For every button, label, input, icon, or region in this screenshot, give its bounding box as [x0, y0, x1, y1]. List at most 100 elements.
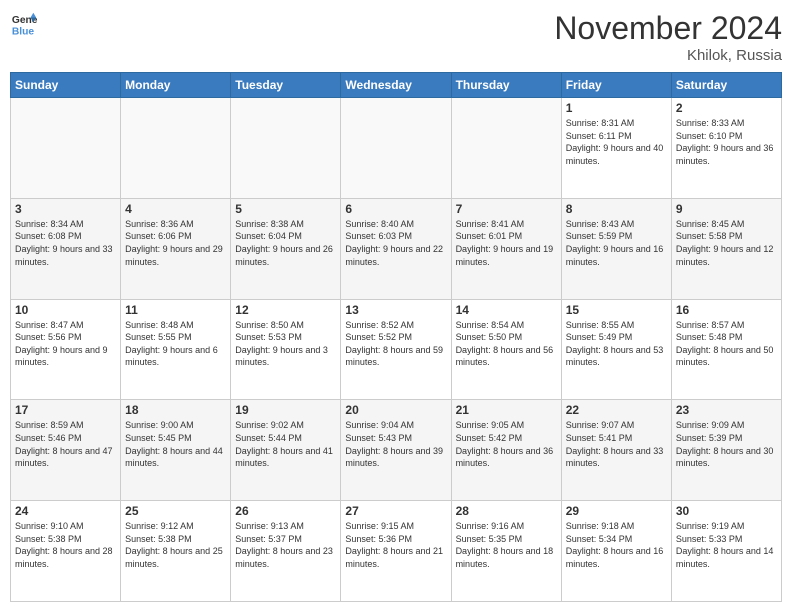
table-row — [231, 98, 341, 199]
table-row: 19 Sunrise: 9:02 AM Sunset: 5:44 PM Dayli… — [231, 400, 341, 501]
table-row: 26Sunrise: 9:13 AM Sunset: 5:37 PM Dayli… — [231, 501, 341, 602]
table-row: 3 Sunrise: 8:34 AM Sunset: 6:08 PM Daylig… — [11, 198, 121, 299]
col-sunday: Sunday — [11, 73, 121, 98]
day-info: Sunrise: 8:31 AM Sunset: 6:11 PM Dayligh… — [566, 117, 667, 167]
col-tuesday: Tuesday — [231, 73, 341, 98]
day-number: 21 — [456, 403, 557, 417]
calendar-header-row: Sunday Monday Tuesday Wednesday Thursday… — [11, 73, 782, 98]
day-number: 1 — [566, 101, 667, 115]
col-monday: Monday — [121, 73, 231, 98]
table-row: 4 Sunrise: 8:36 AM Sunset: 6:06 PM Daylig… — [121, 198, 231, 299]
table-row — [11, 98, 121, 199]
day-info: Sunrise: 8:45 AM Sunset: 5:58 PM Dayligh… — [676, 218, 777, 268]
day-info: Sunrise: 9:13 AM Sunset: 5:37 PM Dayligh… — [235, 520, 336, 570]
table-row: 27Sunrise: 9:15 AM Sunset: 5:36 PM Dayli… — [341, 501, 451, 602]
day-number: 8 — [566, 202, 667, 216]
day-info: Sunrise: 8:57 AM Sunset: 5:48 PM Dayligh… — [676, 319, 777, 369]
day-info: Sunrise: 8:38 AM Sunset: 6:04 PM Dayligh… — [235, 218, 336, 268]
table-row: 28Sunrise: 9:16 AM Sunset: 5:35 PM Dayli… — [451, 501, 561, 602]
table-row: 24 Sunrise: 9:10 AM Sunset: 5:38 PM Dayli… — [11, 501, 121, 602]
table-row: 20Sunrise: 9:04 AM Sunset: 5:43 PM Dayli… — [341, 400, 451, 501]
day-info: Sunrise: 9:02 AM Sunset: 5:44 PM Dayligh… — [235, 419, 336, 469]
day-number: 11 — [125, 303, 226, 317]
day-number: 7 — [456, 202, 557, 216]
table-row: 23 Sunrise: 9:09 AM Sunset: 5:39 PM Dayli… — [671, 400, 781, 501]
svg-text:Blue: Blue — [12, 26, 35, 37]
header: General Blue November 2024 Khilok, Russi… — [10, 10, 782, 64]
day-info: Sunrise: 9:09 AM Sunset: 5:39 PM Dayligh… — [676, 419, 777, 469]
table-row — [341, 98, 451, 199]
day-info: Sunrise: 8:36 AM Sunset: 6:06 PM Dayligh… — [125, 218, 226, 268]
day-number: 13 — [345, 303, 446, 317]
day-number: 24 — [15, 504, 116, 518]
table-row: 7 Sunrise: 8:41 AM Sunset: 6:01 PM Daylig… — [451, 198, 561, 299]
day-info: Sunrise: 9:18 AM Sunset: 5:34 PM Dayligh… — [566, 520, 667, 570]
day-info: Sunrise: 8:47 AM Sunset: 5:56 PM Dayligh… — [15, 319, 116, 369]
table-row: 16 Sunrise: 8:57 AM Sunset: 5:48 PM Dayli… — [671, 299, 781, 400]
table-row: 14Sunrise: 8:54 AM Sunset: 5:50 PM Dayli… — [451, 299, 561, 400]
day-info: Sunrise: 8:50 AM Sunset: 5:53 PM Dayligh… — [235, 319, 336, 369]
day-number: 9 — [676, 202, 777, 216]
calendar-week-row: 3 Sunrise: 8:34 AM Sunset: 6:08 PM Daylig… — [11, 198, 782, 299]
day-number: 17 — [15, 403, 116, 417]
col-saturday: Saturday — [671, 73, 781, 98]
day-info: Sunrise: 9:04 AM Sunset: 5:43 PM Dayligh… — [345, 419, 446, 469]
day-info: Sunrise: 8:55 AM Sunset: 5:49 PM Dayligh… — [566, 319, 667, 369]
day-info: Sunrise: 9:05 AM Sunset: 5:42 PM Dayligh… — [456, 419, 557, 469]
table-row: 29 Sunrise: 9:18 AM Sunset: 5:34 PM Dayli… — [561, 501, 671, 602]
day-number: 3 — [15, 202, 116, 216]
day-number: 28 — [456, 504, 557, 518]
day-info: Sunrise: 8:41 AM Sunset: 6:01 PM Dayligh… — [456, 218, 557, 268]
day-info: Sunrise: 9:00 AM Sunset: 5:45 PM Dayligh… — [125, 419, 226, 469]
day-number: 16 — [676, 303, 777, 317]
day-info: Sunrise: 9:15 AM Sunset: 5:36 PM Dayligh… — [345, 520, 446, 570]
day-number: 4 — [125, 202, 226, 216]
table-row: 10 Sunrise: 8:47 AM Sunset: 5:56 PM Dayli… — [11, 299, 121, 400]
table-row: 13 Sunrise: 8:52 AM Sunset: 5:52 PM Dayli… — [341, 299, 451, 400]
table-row: 21 Sunrise: 9:05 AM Sunset: 5:42 PM Dayli… — [451, 400, 561, 501]
day-number: 2 — [676, 101, 777, 115]
day-info: Sunrise: 8:34 AM Sunset: 6:08 PM Dayligh… — [15, 218, 116, 268]
col-wednesday: Wednesday — [341, 73, 451, 98]
title-block: November 2024 Khilok, Russia — [554, 10, 782, 64]
day-number: 25 — [125, 504, 226, 518]
calendar-week-row: 24 Sunrise: 9:10 AM Sunset: 5:38 PM Dayli… — [11, 501, 782, 602]
location: Khilok, Russia — [554, 47, 782, 64]
day-number: 6 — [345, 202, 446, 216]
day-number: 18 — [125, 403, 226, 417]
table-row — [451, 98, 561, 199]
calendar-table: Sunday Monday Tuesday Wednesday Thursday… — [10, 72, 782, 602]
table-row: 9 Sunrise: 8:45 AM Sunset: 5:58 PM Daylig… — [671, 198, 781, 299]
day-number: 19 — [235, 403, 336, 417]
page: General Blue November 2024 Khilok, Russi… — [0, 0, 792, 612]
table-row: 22Sunrise: 9:07 AM Sunset: 5:41 PM Dayli… — [561, 400, 671, 501]
calendar-week-row: 10 Sunrise: 8:47 AM Sunset: 5:56 PM Dayli… — [11, 299, 782, 400]
table-row: 11 Sunrise: 8:48 AM Sunset: 5:55 PM Dayli… — [121, 299, 231, 400]
day-info: Sunrise: 8:52 AM Sunset: 5:52 PM Dayligh… — [345, 319, 446, 369]
day-info: Sunrise: 8:59 AM Sunset: 5:46 PM Dayligh… — [15, 419, 116, 469]
day-info: Sunrise: 9:19 AM Sunset: 5:33 PM Dayligh… — [676, 520, 777, 570]
day-number: 10 — [15, 303, 116, 317]
day-info: Sunrise: 8:54 AM Sunset: 5:50 PM Dayligh… — [456, 319, 557, 369]
day-number: 23 — [676, 403, 777, 417]
day-info: Sunrise: 8:33 AM Sunset: 6:10 PM Dayligh… — [676, 117, 777, 167]
calendar-week-row: 1 Sunrise: 8:31 AM Sunset: 6:11 PM Daylig… — [11, 98, 782, 199]
logo-icon: General Blue — [10, 10, 38, 38]
day-info: Sunrise: 9:10 AM Sunset: 5:38 PM Dayligh… — [15, 520, 116, 570]
logo: General Blue — [10, 10, 38, 38]
day-number: 30 — [676, 504, 777, 518]
table-row — [121, 98, 231, 199]
table-row: 12Sunrise: 8:50 AM Sunset: 5:53 PM Dayli… — [231, 299, 341, 400]
day-number: 15 — [566, 303, 667, 317]
table-row: 15 Sunrise: 8:55 AM Sunset: 5:49 PM Dayli… — [561, 299, 671, 400]
day-info: Sunrise: 9:12 AM Sunset: 5:38 PM Dayligh… — [125, 520, 226, 570]
table-row: 5Sunrise: 8:38 AM Sunset: 6:04 PM Daylig… — [231, 198, 341, 299]
table-row: 18 Sunrise: 9:00 AM Sunset: 5:45 PM Dayli… — [121, 400, 231, 501]
day-number: 29 — [566, 504, 667, 518]
day-info: Sunrise: 8:43 AM Sunset: 5:59 PM Dayligh… — [566, 218, 667, 268]
table-row: 30 Sunrise: 9:19 AM Sunset: 5:33 PM Dayli… — [671, 501, 781, 602]
day-info: Sunrise: 8:40 AM Sunset: 6:03 PM Dayligh… — [345, 218, 446, 268]
day-info: Sunrise: 8:48 AM Sunset: 5:55 PM Dayligh… — [125, 319, 226, 369]
day-info: Sunrise: 9:07 AM Sunset: 5:41 PM Dayligh… — [566, 419, 667, 469]
col-friday: Friday — [561, 73, 671, 98]
